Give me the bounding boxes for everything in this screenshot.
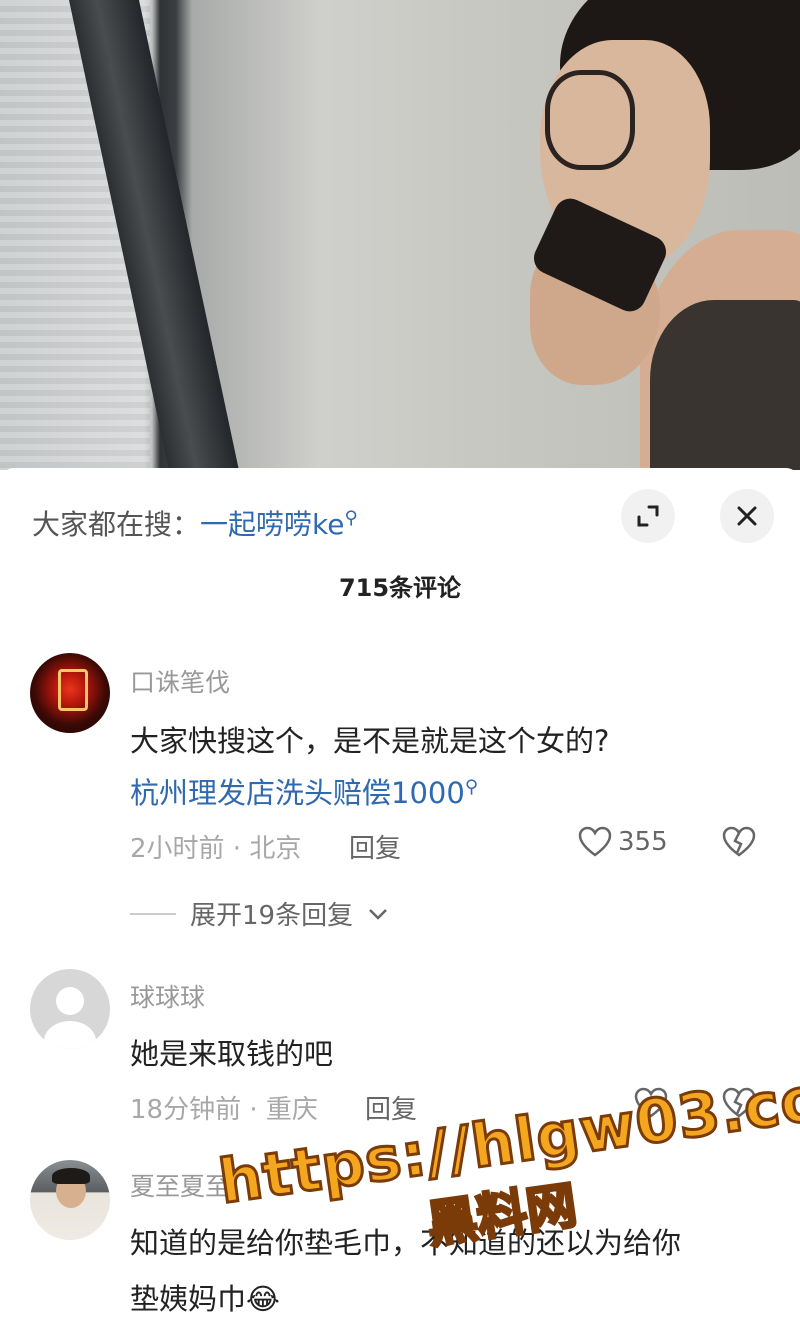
comment-text: 大家快搜这个，是不是就是这个女的?	[130, 724, 610, 758]
like-count: 355	[618, 827, 668, 857]
close-glyph-icon	[737, 506, 757, 526]
expand-glyph-icon	[637, 505, 659, 527]
broken-heart-icon	[722, 826, 756, 857]
close-icon[interactable]	[720, 489, 774, 543]
heart-icon	[578, 826, 612, 857]
avatar-head	[56, 987, 84, 1015]
reply-button[interactable]: 回复	[365, 1089, 417, 1126]
video-player[interactable]	[0, 0, 800, 470]
like-button[interactable]: 355	[578, 826, 668, 858]
comment-author[interactable]: 球球球	[130, 978, 205, 1014]
search-icon: ⚲	[344, 507, 358, 529]
person-clothing	[650, 300, 800, 470]
comment-meta: 18分钟前 · 重庆	[130, 1095, 318, 1125]
expand-replies-button[interactable]: 展开19条回复	[130, 895, 389, 932]
avatar-hair	[52, 1168, 90, 1184]
expand-divider	[130, 912, 176, 915]
comment-author[interactable]: 夏至夏至	[130, 1167, 230, 1203]
dislike-button[interactable]	[722, 1087, 756, 1123]
like-button[interactable]	[634, 1087, 668, 1119]
comment-text: 知道的是给你垫毛巾，不知道的还以为给你	[130, 1226, 682, 1260]
comment-text-line-2: 垫姨妈巾😂	[130, 1282, 280, 1316]
search-icon: ⚲	[464, 776, 478, 798]
comment-count: 715条评论	[338, 574, 462, 602]
comment-text: 她是来取钱的吧	[130, 1037, 334, 1071]
avatar-emblem	[58, 669, 88, 711]
avatar[interactable]	[30, 1160, 110, 1240]
dislike-button[interactable]	[722, 826, 756, 862]
search-prefix: 大家都在搜：	[32, 508, 201, 541]
broken-heart-icon	[722, 1087, 756, 1118]
search-term[interactable]: 一起唠唠ke	[200, 508, 344, 541]
heart-icon	[634, 1087, 668, 1118]
comment-author[interactable]: 口诛笔伐	[130, 663, 230, 699]
comment-search-link-label: 杭州理发店洗头赔偿1000	[130, 776, 465, 810]
comment-meta: 2小时前 · 北京	[130, 834, 302, 864]
chevron-down-icon	[369, 908, 387, 920]
expand-replies-label: 展开19条回复	[190, 901, 354, 931]
reply-button[interactable]: 回复	[349, 828, 401, 865]
search-suggestion[interactable]: 大家都在搜：一起唠唠ke⚲	[32, 503, 358, 543]
avatar[interactable]	[30, 653, 110, 733]
person-glasses	[545, 70, 635, 170]
avatar-body	[44, 1021, 96, 1049]
expand-icon[interactable]	[621, 489, 675, 543]
avatar[interactable]	[30, 969, 110, 1049]
comment-search-link[interactable]: 杭州理发店洗头赔偿1000⚲	[130, 770, 478, 812]
